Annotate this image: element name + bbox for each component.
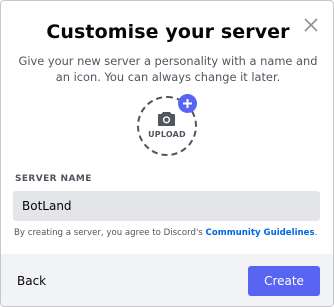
- create-server-modal: Customise your server Give your new serv…: [0, 0, 334, 307]
- server-name-input[interactable]: [13, 191, 320, 221]
- create-button[interactable]: Create: [248, 266, 320, 296]
- terms-text: By creating a server, you agree to Disco…: [14, 228, 324, 238]
- modal-footer: Back Create: [1, 254, 333, 306]
- add-badge[interactable]: [178, 94, 197, 113]
- community-guidelines-link[interactable]: Community Guidelines: [206, 228, 315, 238]
- camera-icon: [158, 112, 175, 126]
- modal-subtitle: Give your new server a personality with …: [18, 54, 318, 84]
- terms-suffix: .: [314, 228, 318, 238]
- terms-prefix: By creating a server, you agree to Disco…: [14, 228, 206, 238]
- server-name-label: SERVER NAME: [15, 174, 92, 184]
- plus-icon: [183, 99, 192, 108]
- back-button[interactable]: Back: [17, 274, 46, 288]
- modal-title: Customise your server: [46, 21, 290, 43]
- upload-icon-button[interactable]: UPLOAD: [135, 94, 199, 158]
- upload-label: UPLOAD: [148, 130, 186, 139]
